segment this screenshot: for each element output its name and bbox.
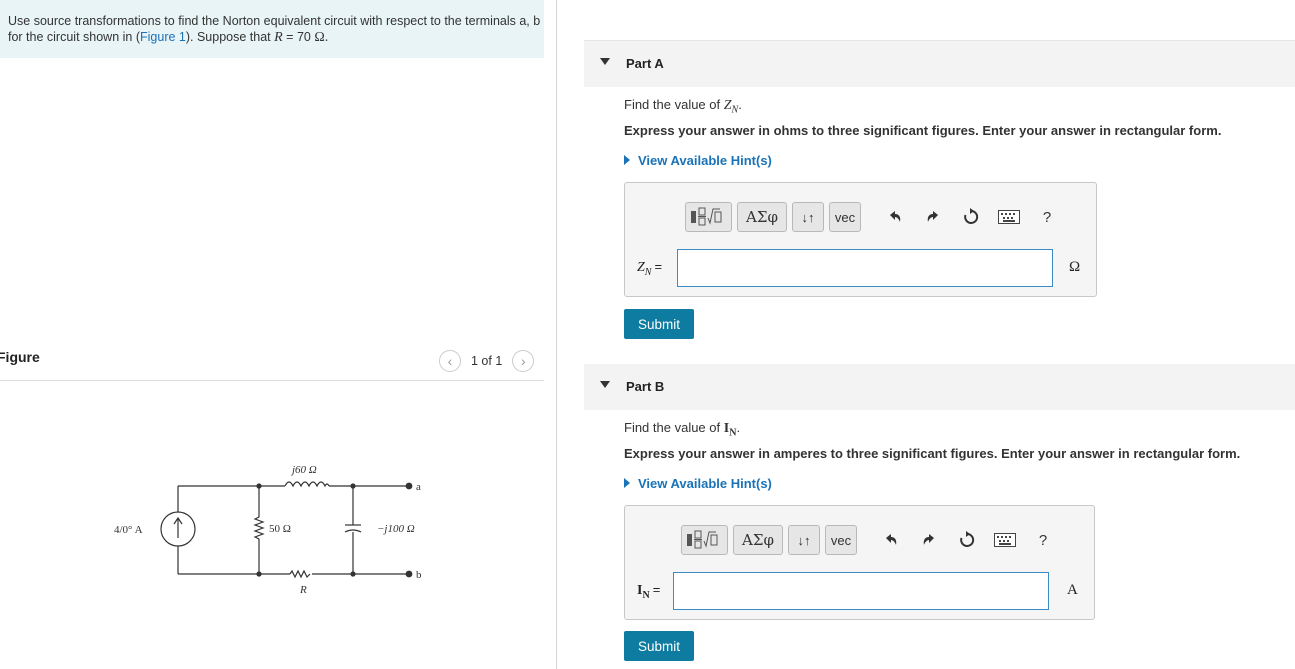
- resistor-50-symbol: [253, 486, 265, 574]
- undo-button[interactable]: [876, 525, 906, 555]
- figure-divider: [0, 380, 544, 381]
- resistor-50-label: 50 Ω: [269, 523, 291, 535]
- capacitor-label: −j100 Ω: [377, 523, 415, 535]
- help-button[interactable]: ?: [1028, 525, 1058, 555]
- collapse-triangle-icon[interactable]: [600, 58, 610, 65]
- node: [350, 571, 356, 577]
- source-label: 4/0° A: [114, 524, 143, 536]
- part-a-hint-link[interactable]: View Available Hint(s): [624, 153, 772, 168]
- part-b-answer-box: ΑΣφ ↓↑ vec ? IN = A: [624, 505, 1095, 620]
- part-b-header[interactable]: Part B: [584, 364, 1295, 410]
- figure-heading: Figure: [0, 349, 40, 365]
- node: [350, 483, 356, 489]
- node: [256, 483, 262, 489]
- capacitor-plate-bottom: [344, 529, 362, 533]
- undo-button[interactable]: [880, 202, 910, 232]
- reset-icon: [960, 531, 975, 547]
- part-a-answer-row: ZN = Ω: [625, 249, 1096, 287]
- r-variable: R: [274, 30, 283, 45]
- keyboard-button[interactable]: [994, 202, 1024, 232]
- templates-icon: [690, 207, 721, 226]
- next-figure-button[interactable]: ›: [512, 350, 535, 372]
- undo-icon: [890, 211, 901, 222]
- greek-symbols-button[interactable]: ΑΣφ: [737, 202, 787, 232]
- templates-button[interactable]: [685, 202, 732, 232]
- collapse-triangle-icon[interactable]: [600, 381, 610, 388]
- terminal-a-label: a: [416, 481, 421, 493]
- column-divider: [556, 0, 557, 669]
- reset-icon: [964, 208, 979, 224]
- reset-button[interactable]: [952, 525, 982, 555]
- greek-symbols-button[interactable]: ΑΣφ: [733, 525, 783, 555]
- templates-button[interactable]: [681, 525, 728, 555]
- figure-pager: ‹ 1 of 1 ›: [439, 349, 535, 373]
- keyboard-icon: [994, 533, 1016, 547]
- circuit-diagram: 4/0° A j60 Ω 50 Ω −j100 Ω R a b: [114, 464, 422, 596]
- help-button[interactable]: ?: [1032, 202, 1062, 232]
- part-a-header[interactable]: Part A: [584, 41, 1295, 87]
- part-b-question: Find the value of IN.: [624, 420, 741, 439]
- help-icon: ?: [1042, 208, 1052, 226]
- part-a-answer-input[interactable]: [677, 249, 1053, 287]
- redo-button[interactable]: [914, 525, 944, 555]
- caret-right-icon: [624, 478, 630, 488]
- part-b-hint-link[interactable]: View Available Hint(s): [624, 476, 772, 491]
- part-a-toolbar: ΑΣφ ↓↑ vec ?: [685, 201, 1062, 233]
- sub-super-button[interactable]: ↓↑: [792, 202, 824, 232]
- part-b-unit: A: [1067, 582, 1078, 598]
- keyboard-icon: [998, 210, 1020, 224]
- part-a-unit: Ω: [1069, 259, 1081, 275]
- part-b-instructions: Express your answer in amperes to three …: [624, 446, 1241, 461]
- node: [256, 571, 262, 577]
- vector-button[interactable]: vec: [825, 525, 857, 555]
- chevron-right-icon: ›: [520, 353, 526, 369]
- part-b-answer-label: IN =: [637, 582, 661, 601]
- redo-button[interactable]: [918, 202, 948, 232]
- part-a-submit-button[interactable]: Submit: [624, 309, 694, 339]
- resistor-r-symbol: [289, 569, 311, 579]
- figure-counter: 1 of 1: [471, 354, 503, 368]
- terminal-b-label: b: [416, 569, 422, 581]
- part-a-instructions: Express your answer in ohms to three sig…: [624, 123, 1222, 138]
- sub-super-button[interactable]: ↓↑: [788, 525, 820, 555]
- help-icon: ?: [1038, 531, 1048, 549]
- part-b-answer-input[interactable]: [673, 572, 1049, 610]
- terminal-a-dot: [405, 482, 413, 490]
- reset-button[interactable]: [956, 202, 986, 232]
- caret-right-icon: [624, 155, 630, 165]
- templates-icon: [686, 530, 717, 549]
- figure-link[interactable]: Figure 1: [140, 30, 186, 44]
- prev-figure-button[interactable]: ‹: [439, 350, 461, 372]
- problem-statement: Use source transformations to find the N…: [0, 0, 544, 58]
- part-a-answer-label: ZN =: [637, 259, 663, 278]
- resistor-r-label: R: [299, 584, 307, 596]
- inductor-symbol: [284, 481, 330, 488]
- vector-button[interactable]: vec: [829, 202, 861, 232]
- terminal-b-dot: [405, 570, 413, 578]
- undo-icon: [886, 534, 897, 545]
- part-a-question: Find the value of ZN.: [624, 97, 742, 116]
- chevron-left-icon: ‹: [447, 353, 453, 369]
- part-b-submit-button[interactable]: Submit: [624, 631, 694, 661]
- inductor-label: j60 Ω: [290, 464, 317, 476]
- part-b-answer-row: IN = A: [625, 572, 1094, 610]
- part-a-title: Part A: [626, 56, 664, 71]
- arrow-up-icon: [173, 516, 183, 538]
- redo-icon: [927, 211, 938, 222]
- part-b-toolbar: ΑΣφ ↓↑ vec ?: [681, 524, 1058, 556]
- part-a-answer-box: ΑΣφ ↓↑ vec ? ZN = Ω: [624, 182, 1097, 297]
- part-b-title: Part B: [626, 379, 665, 394]
- problem-text: Use source transformations to find the N…: [8, 14, 541, 45]
- redo-icon: [923, 534, 934, 545]
- keyboard-button[interactable]: [990, 525, 1020, 555]
- ohm-unit: Ω.: [314, 30, 329, 45]
